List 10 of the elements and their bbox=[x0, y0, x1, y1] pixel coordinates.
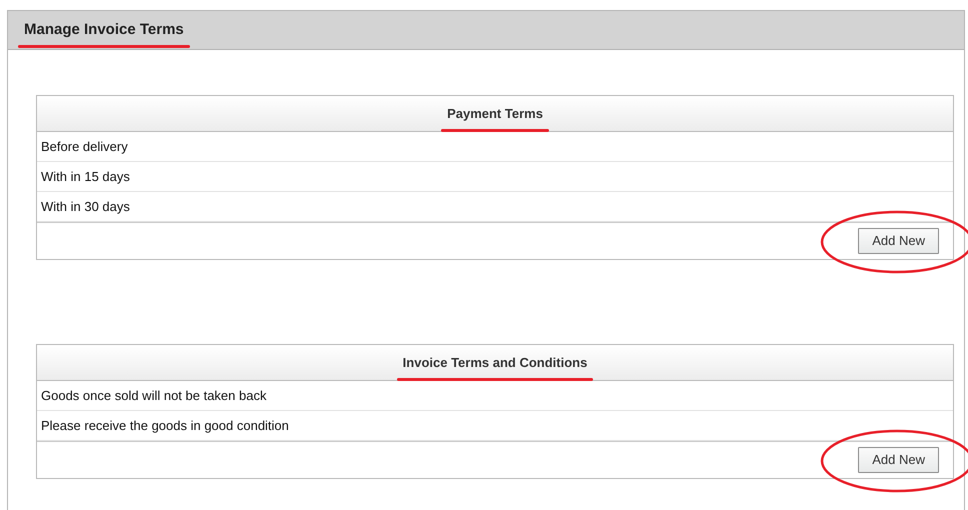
add-new-button[interactable]: Add New bbox=[858, 447, 939, 473]
table-title: Payment Terms bbox=[447, 106, 543, 120]
page-title: Manage Invoice Terms bbox=[24, 21, 184, 38]
table-cell-text: Please receive the goods in good condition bbox=[41, 416, 289, 435]
table-cell-text: Before delivery bbox=[41, 138, 128, 156]
table-title: Invoice Terms and Conditions bbox=[402, 354, 588, 370]
add-new-button[interactable]: Add New bbox=[858, 228, 939, 254]
table-cell-text: With in 15 days bbox=[41, 168, 130, 186]
table-cell-text: With in 30 days bbox=[41, 198, 130, 216]
table-cell-text: Goods once sold will not be taken back bbox=[41, 386, 266, 405]
